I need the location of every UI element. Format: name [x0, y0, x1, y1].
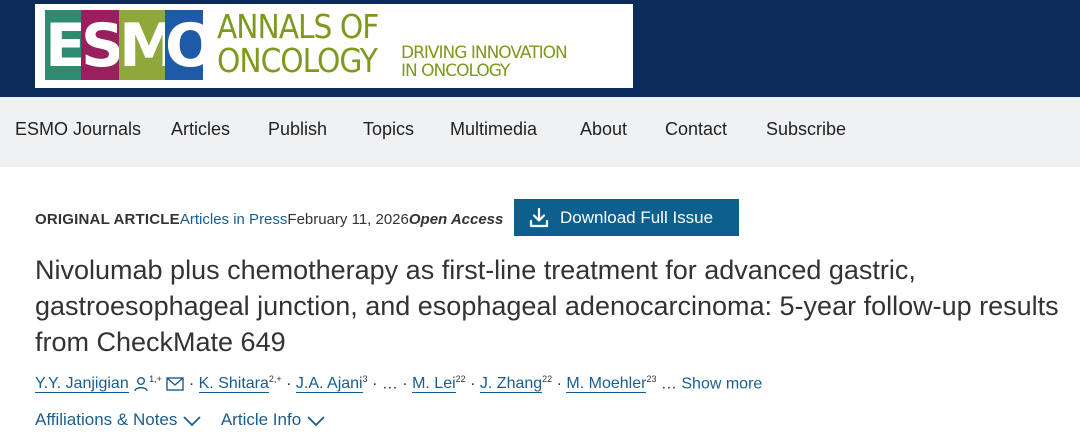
logo-letter-m: M: [119, 10, 179, 81]
tagline-line1: DRIVING INNOVATION: [401, 43, 568, 63]
article-title: Nivolumab plus chemotherapy as first-lin…: [35, 255, 1059, 357]
author-link[interactable]: J. Zhang: [479, 375, 543, 394]
email-icon[interactable]: [166, 377, 185, 391]
author-separator: ·: [470, 375, 476, 393]
author-list: Y.Y. Janjigian 1,+ · K. Shitara2,+ · J.A…: [35, 374, 762, 394]
nav-publish[interactable]: Publish: [268, 119, 327, 140]
nav-topics[interactable]: Topics: [363, 119, 414, 140]
open-access-badge: Open Access: [408, 211, 504, 228]
tagline-line2: IN ONCOLOGY: [401, 61, 510, 81]
download-full-issue-button[interactable]: Download Full Issue: [514, 199, 739, 236]
author-sup: 1,+: [149, 374, 162, 384]
nav-esmo-journals[interactable]: ESMO Journals: [15, 119, 141, 140]
logo-letter-o: O: [165, 10, 217, 81]
section-link[interactable]: Articles in Press: [180, 211, 288, 228]
author-sup: 22: [455, 374, 466, 384]
person-icon[interactable]: [133, 376, 149, 392]
nav-contact[interactable]: Contact: [665, 119, 727, 140]
article-expanders: Affiliations & Notes Article Info: [35, 410, 326, 430]
chevron-down-icon: [307, 415, 325, 426]
author-sup: 2,+: [268, 374, 282, 384]
journal-tagline: DRIVING INNOVATION IN ONCOLOGY: [401, 43, 568, 81]
main-nav: ESMO Journals Articles Publish Topics Mu…: [0, 97, 1080, 167]
affiliations-toggle[interactable]: Affiliations & Notes: [35, 410, 207, 429]
author-link[interactable]: Y.Y. Janjigian: [35, 375, 129, 394]
article-type: ORIGINAL ARTICLE: [35, 211, 180, 228]
author-separator: ·: [372, 375, 378, 393]
article-info-label: Article Info: [220, 410, 302, 429]
download-icon: [529, 207, 549, 228]
nav-about[interactable]: About: [580, 119, 627, 140]
journal-name-line1: ANNALS OF: [217, 7, 379, 46]
author-ellipsis: …: [381, 375, 398, 393]
article-meta: ORIGINAL ARTICLEArticles in PressFebruar…: [35, 211, 503, 228]
article-info-toggle[interactable]: Article Info: [221, 410, 326, 429]
journal-name-line2: ONCOLOGY: [217, 41, 378, 80]
affiliations-label: Affiliations & Notes: [35, 410, 178, 429]
logo-letter-s: S: [81, 10, 125, 81]
author-sup: 22: [542, 374, 553, 384]
author-sup: 3: [362, 374, 368, 384]
nav-articles[interactable]: Articles: [171, 119, 230, 140]
author-separator: ·: [188, 375, 195, 393]
author-link[interactable]: M. Lei: [412, 375, 456, 394]
author-separator: ·: [402, 375, 408, 393]
author-link[interactable]: M. Moehler: [566, 375, 647, 394]
author-sup: 23: [646, 374, 657, 384]
logo-letter-e: E: [45, 10, 86, 81]
nav-subscribe[interactable]: Subscribe: [766, 119, 846, 140]
show-more-link[interactable]: Show more: [681, 375, 762, 392]
header-band: E S M O ANNALS OF ONCOLOGY DRIVING INNOV…: [0, 0, 1080, 97]
journal-logo[interactable]: E S M O ANNALS OF ONCOLOGY DRIVING INNOV…: [35, 4, 633, 88]
author-separator: ·: [556, 375, 562, 393]
author-separator: ·: [286, 375, 292, 393]
author-link[interactable]: K. Shitara: [198, 375, 269, 394]
download-label: Download Full Issue: [560, 208, 714, 227]
chevron-down-icon: [183, 415, 201, 426]
journal-name: ANNALS OF ONCOLOGY: [217, 7, 379, 80]
author-link[interactable]: J.A. Ajani: [295, 375, 363, 394]
nav-multimedia[interactable]: Multimedia: [450, 119, 537, 140]
publish-date: February 11, 2026: [287, 211, 409, 228]
author-ellipsis: …: [660, 375, 677, 393]
